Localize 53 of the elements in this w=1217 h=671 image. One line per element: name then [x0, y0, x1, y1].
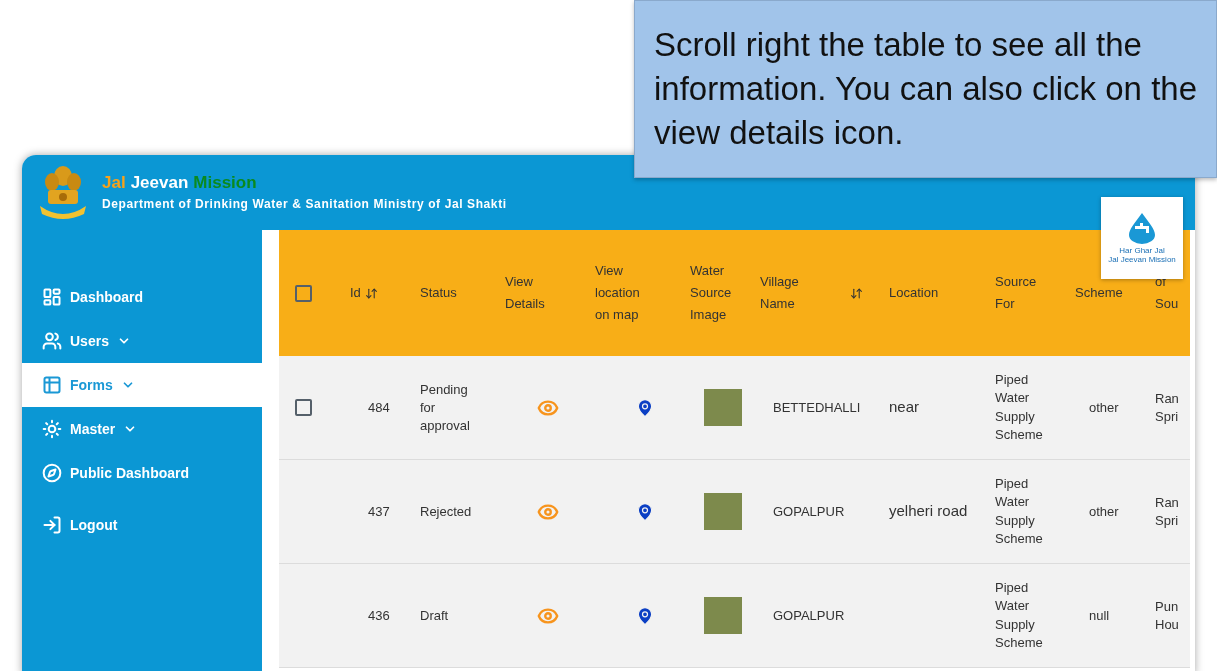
table-icon [42, 375, 62, 395]
map-pin-icon[interactable] [635, 397, 655, 418]
table-cell-text: Rejected [420, 502, 473, 521]
app-subtitle: Department of Drinking Water & Sanitation Ministry of Jal Shakti [102, 196, 507, 214]
table-cell-text: 484 [367, 399, 390, 415]
dashboard-icon [42, 287, 62, 307]
sort-icon[interactable] [364, 286, 378, 300]
table-cell-text: GOPALPUR [772, 503, 845, 519]
logout-icon [42, 515, 62, 535]
table-cell: yelheri road [889, 502, 968, 519]
table-cell-text: 436 [367, 607, 390, 623]
sidebar-item[interactable]: Dashboard [22, 275, 262, 319]
table-cell-text: BETTEDHALLI [772, 399, 861, 415]
compass-icon [42, 463, 62, 483]
table-cell: near [889, 398, 920, 415]
column-header: Scheme [1075, 284, 1124, 302]
sidebar-item[interactable]: Logout [22, 503, 262, 547]
column-header: Location [889, 284, 940, 302]
table-cell-text: Piped Water Supply Scheme [995, 578, 1044, 652]
table-cell-text: other [1088, 399, 1119, 415]
table-cell-text: GOPALPUR [772, 607, 845, 623]
table-cell-text: Pun Hou [1155, 597, 1180, 634]
water-drop-tap-icon [1127, 212, 1157, 244]
table-cell-text: 437 [367, 503, 390, 519]
sidebar-item[interactable]: Master [22, 407, 262, 451]
table-cell-text: Piped Water Supply Scheme [995, 370, 1044, 444]
sidebar-item[interactable]: Public Dashboard [22, 451, 262, 495]
table-cell-text: Ran Spri [1155, 389, 1180, 426]
checkbox[interactable] [295, 284, 312, 302]
column-header: View Details [505, 273, 546, 313]
table-cell-text: other [1088, 503, 1119, 519]
map-pin-icon[interactable] [635, 501, 655, 522]
users-icon [42, 331, 62, 351]
column-header: Source For [995, 273, 1038, 313]
column-header: View location on map [595, 262, 641, 324]
column-header: Id [350, 284, 361, 302]
sort-icon[interactable] [850, 286, 863, 300]
column-header: Status [420, 284, 457, 302]
logo-text: Har Ghar Jal Jal Jeevan Mission [1108, 246, 1176, 264]
callout-text: Scroll right the table to see all the information. You can also click on the view details icon. [654, 25, 1198, 153]
column-header: Water Source Image [690, 262, 733, 324]
table-cell-text: Piped Water Supply Scheme [995, 474, 1044, 548]
column-header: Village Name [760, 273, 800, 313]
table-cell-text: Pending for approval [420, 380, 471, 435]
sidebar-item[interactable]: Forms [22, 363, 262, 407]
sidebar-item[interactable]: Users [22, 319, 262, 363]
table-cell-text: Ran Spri [1155, 493, 1180, 530]
table-cell-text: null [1088, 607, 1110, 623]
app-title: Jal Jeevan Mission [102, 171, 258, 194]
sun-icon [42, 419, 62, 439]
checkbox[interactable] [295, 399, 312, 416]
map-pin-icon[interactable] [635, 605, 655, 626]
table-cell-text: Draft [420, 606, 450, 625]
